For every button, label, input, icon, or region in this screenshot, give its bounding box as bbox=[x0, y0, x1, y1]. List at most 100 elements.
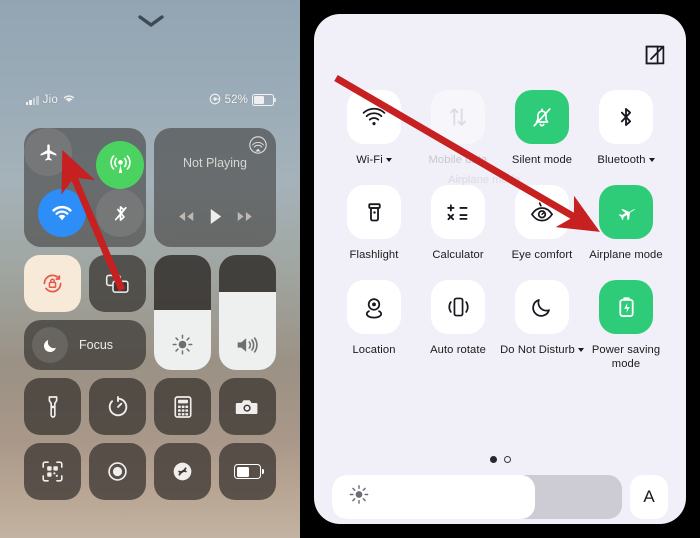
calculator-tile-icon-bg[interactable] bbox=[431, 185, 485, 239]
shazam-tile[interactable] bbox=[154, 443, 211, 500]
qs-tile-bluetooth[interactable]: Bluetooth bbox=[584, 90, 668, 167]
screen-record-tile[interactable] bbox=[89, 443, 146, 500]
ios-status-bar: Jio 52% bbox=[0, 90, 300, 110]
chevron-down-icon[interactable] bbox=[648, 157, 655, 162]
calculator-icon bbox=[173, 395, 192, 418]
airplane-icon bbox=[618, 207, 635, 220]
mobile-data-tile-icon-bg[interactable] bbox=[431, 90, 485, 144]
quick-settings-panel: Wi-Fi Mobile data Silent mode Bluetooth … bbox=[314, 14, 686, 524]
qr-scanner-icon bbox=[42, 461, 63, 482]
qs-tile-wifi[interactable]: Wi-Fi bbox=[332, 90, 416, 167]
bluetooth-toggle[interactable] bbox=[96, 189, 144, 237]
qs-tile-flashlight[interactable]: Flashlight bbox=[332, 185, 416, 262]
do-not-disturb-tile-icon-bg[interactable] bbox=[515, 280, 569, 334]
calculator-icon bbox=[446, 204, 467, 221]
qr-scanner-tile[interactable] bbox=[24, 443, 81, 500]
mobile-data-icon bbox=[450, 108, 466, 126]
qs-tile-silent-mode[interactable]: Silent mode bbox=[500, 90, 584, 167]
auto-rotate-tile-icon-bg[interactable] bbox=[431, 280, 485, 334]
qs-label-airplane-mode: Airplane mode bbox=[589, 249, 663, 261]
qs-label-wifi: Wi-Fi bbox=[356, 153, 392, 167]
chevron-down-icon[interactable] bbox=[577, 347, 584, 352]
now-playing-title: Not Playing bbox=[183, 156, 247, 170]
flashlight-tile-icon-bg[interactable] bbox=[347, 185, 401, 239]
qs-tile-mobile-data[interactable]: Mobile data bbox=[416, 90, 500, 167]
low-power-mode-tile[interactable] bbox=[219, 443, 276, 500]
focus-status-icon bbox=[209, 93, 221, 108]
auto-brightness-button[interactable]: A bbox=[630, 475, 668, 519]
qs-tile-power-saving-mode[interactable]: Power saving mode bbox=[584, 280, 668, 371]
rewind-button[interactable] bbox=[176, 210, 196, 228]
brightness-icon bbox=[154, 333, 211, 356]
qs-row-2: Flashlight Calculator Eye comfort Airpla… bbox=[332, 185, 668, 262]
eye-comfort-icon bbox=[530, 202, 554, 222]
bluetooth-tile-icon-bg[interactable] bbox=[599, 90, 653, 144]
quick-settings-grid: Wi-Fi Mobile data Silent mode Bluetooth … bbox=[332, 90, 668, 379]
qs-tile-location[interactable]: Location bbox=[332, 280, 416, 371]
rotation-lock-toggle[interactable] bbox=[24, 255, 81, 312]
rotation-lock-icon bbox=[43, 274, 62, 293]
media-module[interactable]: Not Playing bbox=[154, 128, 276, 247]
qs-label-mobile-data: Mobile data bbox=[428, 154, 488, 166]
volume-slider[interactable] bbox=[219, 255, 276, 370]
moon-icon bbox=[32, 327, 68, 363]
control-center-grid: Not Playing Focus bbox=[24, 128, 276, 508]
edit-icon[interactable] bbox=[644, 44, 666, 66]
airplane-mode-toggle[interactable] bbox=[24, 128, 72, 176]
qs-label-silent-mode: Silent mode bbox=[511, 154, 573, 166]
page-dot-2[interactable] bbox=[503, 456, 511, 463]
power-saving-tile-icon-bg[interactable] bbox=[599, 280, 653, 334]
airplane-mode-tile-icon-bg[interactable] bbox=[599, 185, 653, 239]
screen-record-icon bbox=[108, 462, 127, 481]
screenshot-root: Jio 52% Not Playing Focus Wi-Fi Mobile d… bbox=[0, 0, 700, 538]
low-power-battery-icon bbox=[234, 464, 264, 479]
silent-mode-tile-icon-bg[interactable] bbox=[515, 90, 569, 144]
pull-handle-chevron-icon[interactable] bbox=[137, 14, 165, 28]
volume-icon bbox=[219, 334, 276, 356]
qs-tile-calculator[interactable]: Calculator bbox=[416, 185, 500, 262]
ios-control-center: Jio 52% Not Playing Focus bbox=[0, 0, 300, 538]
focus-tile[interactable]: Focus bbox=[24, 320, 146, 370]
battery-percent-label: 52% bbox=[224, 94, 248, 106]
qs-label-location: Location bbox=[352, 344, 396, 356]
brightness-slider[interactable] bbox=[154, 255, 211, 370]
location-tile-icon-bg[interactable] bbox=[347, 280, 401, 334]
bell-off-icon bbox=[533, 108, 551, 127]
fast-forward-button[interactable] bbox=[235, 210, 255, 228]
page-dot-1[interactable] bbox=[489, 456, 497, 463]
qs-label-power-saving-mode: Power saving mode bbox=[591, 344, 661, 370]
timer-tile[interactable] bbox=[89, 378, 146, 435]
flashlight-icon bbox=[367, 202, 381, 221]
camera-icon bbox=[235, 399, 258, 414]
wifi-tile-icon-bg[interactable] bbox=[347, 90, 401, 144]
qs-tile-auto-rotate[interactable]: Auto rotate bbox=[416, 280, 500, 371]
bluetooth-off-icon bbox=[114, 205, 127, 221]
screen-mirroring-toggle[interactable] bbox=[89, 255, 146, 312]
cellular-data-toggle[interactable] bbox=[96, 141, 144, 189]
wifi-icon bbox=[362, 107, 386, 125]
auto-rotate-icon bbox=[447, 297, 469, 317]
qs-tile-do-not-disturb[interactable]: Do Not Disturb bbox=[500, 280, 584, 371]
battery-saver-icon bbox=[618, 296, 634, 317]
calculator-tile[interactable] bbox=[154, 378, 211, 435]
eye-comfort-tile-icon-bg[interactable] bbox=[515, 185, 569, 239]
qs-tile-airplane-mode[interactable]: Airplane mode bbox=[584, 185, 668, 262]
page-indicator bbox=[314, 456, 686, 463]
qs-tile-eye-comfort[interactable]: Eye comfort bbox=[500, 185, 584, 262]
play-button[interactable] bbox=[207, 207, 224, 231]
chevron-down-icon[interactable] bbox=[385, 157, 392, 162]
flashlight-tile[interactable] bbox=[24, 378, 81, 435]
wifi-status-icon bbox=[62, 93, 76, 107]
brightness-slider[interactable] bbox=[332, 475, 622, 519]
focus-label: Focus bbox=[79, 338, 114, 352]
signal-strength-icon bbox=[26, 95, 39, 105]
qs-label-eye-comfort: Eye comfort bbox=[511, 249, 573, 261]
android-quick-settings: Wi-Fi Mobile data Silent mode Bluetooth … bbox=[300, 0, 700, 538]
qs-row-1: Wi-Fi Mobile data Silent mode Bluetooth bbox=[332, 90, 668, 167]
shazam-icon bbox=[173, 462, 192, 481]
wifi-toggle[interactable] bbox=[38, 189, 86, 237]
carrier-label: Jio bbox=[42, 94, 58, 106]
airplane-icon bbox=[40, 143, 56, 161]
camera-tile[interactable] bbox=[219, 378, 276, 435]
qs-label-do-not-disturb: Do Not Disturb bbox=[500, 343, 584, 357]
